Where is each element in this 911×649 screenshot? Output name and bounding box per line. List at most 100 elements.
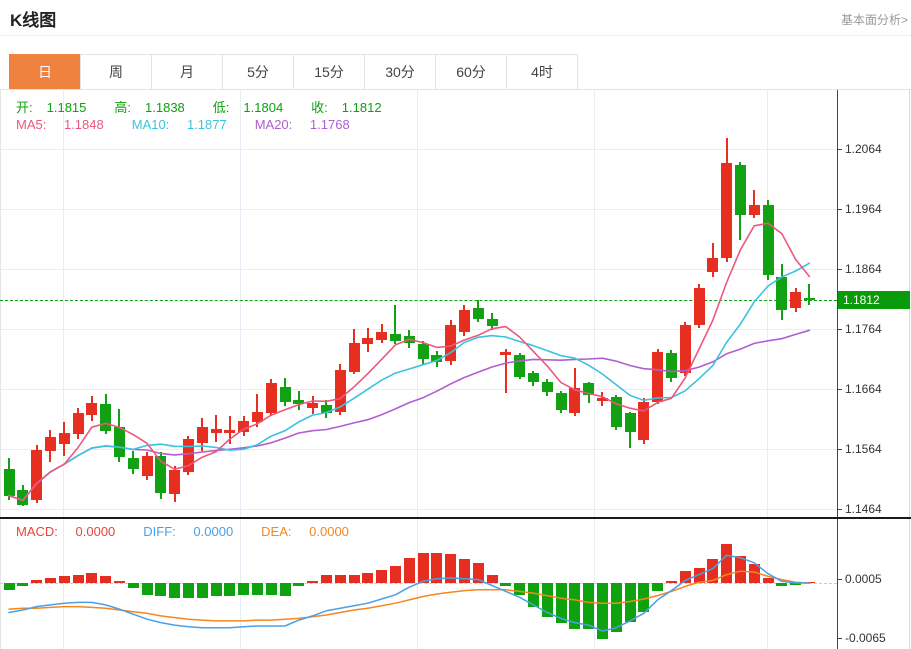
price-label: 1.1964 — [845, 202, 882, 216]
macd-bar — [804, 582, 815, 584]
v-gridline — [594, 90, 595, 649]
macd-bar — [45, 578, 56, 583]
candle-body — [473, 308, 484, 319]
candle-body — [376, 332, 387, 340]
macd-bar — [625, 583, 636, 622]
macd-bar — [611, 583, 622, 632]
candle-body — [321, 405, 332, 413]
candle-body — [293, 400, 304, 404]
candle-body — [169, 470, 180, 494]
macd-bar — [569, 583, 580, 629]
candle-body — [514, 355, 525, 377]
candle-wick — [256, 394, 258, 427]
chart-canvas[interactable]: 开:1.1815高:1.1838低:1.1804收:1.1812 MA5: 1.… — [0, 0, 911, 649]
dea-value: 0.0000 — [309, 524, 349, 539]
candle-body — [528, 373, 539, 382]
candle-body — [59, 433, 70, 444]
macd-bar — [362, 573, 373, 583]
macd-tick — [837, 638, 842, 639]
price-tick — [837, 449, 842, 450]
price-tick — [837, 389, 842, 390]
candle-body — [211, 429, 222, 433]
price-tick — [837, 149, 842, 150]
macd-label: -0.0065 — [845, 631, 886, 645]
macd-bar — [280, 583, 291, 596]
candle-body — [266, 383, 277, 413]
candle-body — [86, 403, 97, 415]
h-gridline — [0, 449, 837, 450]
macd-bar — [735, 556, 746, 583]
price-label: 1.1564 — [845, 442, 882, 456]
candle-body — [707, 258, 718, 272]
macd-bar — [652, 583, 663, 591]
macd-bar — [4, 583, 15, 590]
candle-wick — [808, 284, 810, 304]
macd-bar — [556, 583, 567, 623]
macd-bar — [293, 583, 304, 586]
price-label: 1.1464 — [845, 502, 882, 516]
macd-tick — [837, 579, 842, 580]
macd-bar — [266, 583, 277, 595]
macd-bar — [128, 583, 139, 588]
macd-bar — [238, 583, 249, 595]
price-label: 1.1864 — [845, 262, 882, 276]
pane-divider — [0, 517, 911, 519]
candle-body — [445, 325, 456, 361]
candle-body — [73, 413, 84, 435]
h-gridline — [0, 389, 837, 390]
ma10-label: MA10: — [132, 117, 170, 132]
macd-bar — [31, 580, 42, 583]
current-price-dashed-line — [0, 300, 837, 301]
price-axis-line — [837, 90, 838, 649]
macd-bar — [542, 583, 553, 617]
macd-bar — [473, 563, 484, 583]
candle-body — [362, 338, 373, 344]
macd-bar — [445, 554, 456, 583]
dea-label: DEA: — [261, 524, 291, 539]
h-gridline — [0, 509, 837, 510]
high-value: 1.1838 — [145, 100, 185, 115]
candle-body — [804, 298, 815, 300]
candle-body — [280, 387, 291, 402]
ma20-label: MA20: — [255, 117, 293, 132]
macd-bar — [17, 583, 28, 586]
macd-bar — [349, 575, 360, 583]
candle-body — [763, 205, 774, 275]
macd-label: 0.0005 — [845, 572, 882, 586]
macd-bar — [638, 583, 649, 612]
diff-value: 0.0000 — [193, 524, 233, 539]
h-gridline — [0, 149, 837, 150]
macd-bar — [431, 553, 442, 583]
price-label: 1.1764 — [845, 322, 882, 336]
macd-bar — [749, 564, 760, 583]
price-tick — [837, 209, 842, 210]
candle-body — [431, 355, 442, 362]
candle-body — [500, 352, 511, 355]
macd-bar — [790, 583, 801, 585]
high-label: 高: — [114, 100, 131, 115]
candle-body — [114, 427, 125, 457]
h-gridline — [0, 209, 837, 210]
candle-body — [4, 469, 15, 495]
macd-bar — [487, 575, 498, 583]
candle-body — [128, 458, 139, 469]
candle-body — [390, 334, 401, 341]
candle-body — [418, 344, 429, 359]
price-tick — [837, 329, 842, 330]
low-value: 1.1804 — [243, 100, 283, 115]
macd-bar — [680, 571, 691, 583]
macd-bar — [418, 553, 429, 583]
candle-body — [666, 353, 677, 378]
macd-bar — [321, 575, 332, 583]
price-label: 1.1664 — [845, 382, 882, 396]
macd-bar — [142, 583, 153, 595]
candle-body — [224, 430, 235, 434]
candle-body — [611, 397, 622, 427]
macd-bar — [597, 583, 608, 639]
candle-body — [487, 319, 498, 326]
macd-bar — [694, 568, 705, 583]
price-tick — [837, 269, 842, 270]
candle-body — [597, 398, 608, 401]
macd-label: MACD: — [16, 524, 58, 539]
candle-body — [17, 490, 28, 506]
